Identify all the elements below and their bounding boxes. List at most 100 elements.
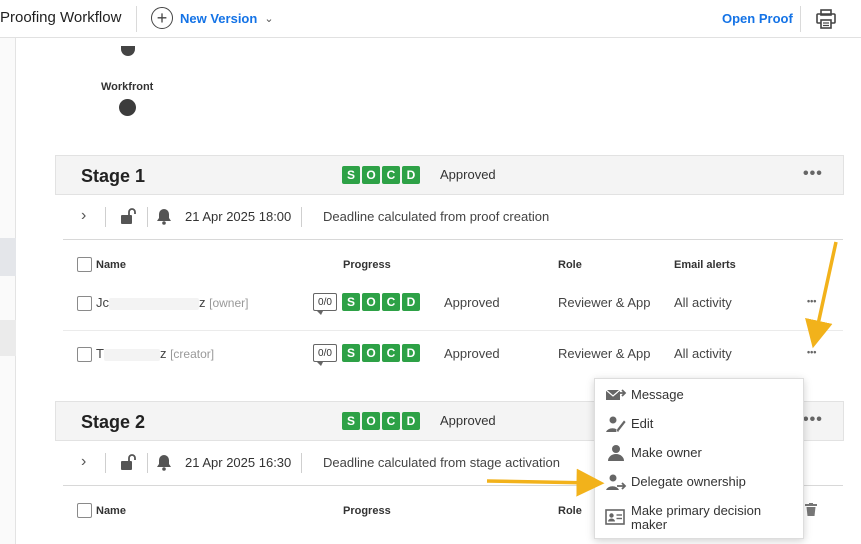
menu-item-label: Delegate ownership	[631, 474, 746, 489]
badge-o: O	[362, 166, 380, 184]
badge-d: D	[402, 166, 420, 184]
new-version-label: New Version	[180, 10, 258, 26]
redacted-text	[103, 348, 160, 361]
stage-title: Stage 2	[81, 412, 146, 432]
bell-icon[interactable]	[156, 207, 172, 225]
plus-circle-icon: +	[151, 7, 173, 29]
column-header-progress: Progress	[343, 259, 391, 271]
decision-status: Approved	[444, 295, 500, 310]
reviewer-name: Jc z [owner]	[96, 295, 248, 310]
badge-o: O	[362, 344, 380, 362]
decision-status: Approved	[444, 346, 500, 361]
workflow-node-label: Workfront	[101, 81, 154, 93]
chevron-right-icon[interactable]: ›	[81, 453, 86, 471]
stage-status: Approved	[440, 413, 496, 428]
open-proof-link[interactable]: Open Proof	[722, 11, 793, 26]
stage-more-icon[interactable]: •••	[803, 411, 823, 429]
unlock-icon[interactable]	[119, 207, 137, 225]
reviewer-tag: [owner]	[209, 296, 249, 310]
deadline-note: Deadline calculated from proof creation	[323, 209, 550, 224]
bell-icon[interactable]	[156, 453, 172, 471]
divider	[301, 453, 302, 473]
socd-badges: S O C D	[342, 293, 420, 311]
menu-item-make-owner[interactable]: Make owner	[595, 441, 803, 467]
stage-more-icon[interactable]: •••	[803, 165, 823, 183]
divider	[63, 330, 843, 331]
menu-item-edit[interactable]: Edit	[595, 412, 803, 438]
column-header-role: Role	[558, 259, 582, 271]
column-header-name[interactable]: Name	[96, 505, 126, 517]
reviewer-role: Reviewer & App	[558, 295, 651, 310]
email-alerts-value: All activity	[674, 346, 732, 361]
menu-item-label: Edit	[631, 416, 654, 431]
rail-item[interactable]	[0, 320, 16, 356]
divider	[147, 453, 148, 473]
column-header-progress: Progress	[343, 505, 391, 517]
badge-c: C	[382, 412, 400, 430]
row-checkbox[interactable]	[77, 296, 92, 311]
row-checkbox[interactable]	[77, 347, 92, 362]
stage-status: Approved	[440, 167, 496, 182]
badge-s: S	[342, 293, 360, 311]
menu-item-label: Make primary decision maker	[631, 503, 762, 532]
email-alerts-value: All activity	[674, 295, 732, 310]
rail-item-selected[interactable]	[0, 238, 16, 276]
divider	[301, 207, 302, 227]
divider	[63, 239, 843, 240]
column-header-role: Role	[558, 505, 582, 517]
badge-s: S	[342, 412, 360, 430]
socd-badges: S O C D	[342, 166, 420, 184]
badge-c: C	[382, 344, 400, 362]
workflow-node-dot	[121, 46, 135, 56]
unlock-icon[interactable]	[119, 453, 137, 471]
row-more-icon[interactable]: •••	[807, 296, 816, 306]
reviewer-context-menu: Message Edit Make owner Delegate ownersh…	[594, 378, 804, 539]
message-icon	[605, 389, 627, 400]
badge-s: S	[342, 166, 360, 184]
stage-1-header[interactable]: Stage 1 S O C D Approved •••	[55, 155, 844, 195]
reviewer-name-end: z	[159, 346, 167, 361]
reviewer-name: Tz [creator]	[96, 346, 214, 361]
badge-d: D	[402, 344, 420, 362]
badge-c: C	[382, 166, 400, 184]
divider	[105, 453, 106, 473]
menu-item-make-primary-decision-maker[interactable]: Make primary decision maker	[595, 499, 803, 535]
delegate-user-icon	[606, 474, 627, 490]
column-header-email-alerts: Email alerts	[674, 259, 736, 271]
badge-o: O	[362, 293, 380, 311]
menu-item-label: Make owner	[631, 445, 702, 460]
workflow-node-dot	[119, 99, 136, 116]
stage-deadline-date: 21 Apr 2025 18:00	[185, 209, 292, 224]
reviewer-tag: [creator]	[170, 347, 215, 361]
page-title: Proofing Workflow	[0, 9, 122, 26]
id-card-icon	[605, 509, 625, 525]
print-icon[interactable]	[815, 8, 837, 30]
comment-count-badge: 0/0	[313, 344, 337, 366]
stage-1-info-row: › 21 Apr 2025 18:00 Deadline calculated …	[63, 196, 843, 240]
annotation-arrow-row-menu	[805, 241, 838, 349]
column-header-name[interactable]: Name	[96, 259, 126, 271]
menu-item-label: Message	[631, 387, 684, 402]
divider	[136, 6, 137, 32]
badge-c: C	[382, 293, 400, 311]
divider	[105, 207, 106, 227]
divider	[800, 6, 801, 32]
trash-icon[interactable]	[805, 503, 817, 516]
chevron-down-icon: ⌄	[264, 12, 274, 25]
badge-d: D	[402, 293, 420, 311]
socd-badges: S O C D	[342, 344, 420, 362]
stage-title: Stage 1	[81, 166, 146, 186]
stage-deadline-date: 21 Apr 2025 16:30	[185, 455, 292, 470]
badge-s: S	[342, 344, 360, 362]
new-version-button[interactable]: + New Version ⌄	[151, 7, 274, 29]
select-all-checkbox[interactable]	[77, 503, 92, 518]
chevron-right-icon[interactable]: ›	[81, 207, 86, 225]
left-rail	[0, 38, 16, 544]
reviewer-name-start: T	[96, 346, 104, 361]
menu-item-message[interactable]: Message	[595, 383, 803, 409]
reviewer-name-end: z	[199, 295, 206, 310]
row-more-icon[interactable]: •••	[807, 347, 816, 357]
divider	[147, 207, 148, 227]
menu-item-delegate-ownership[interactable]: Delegate ownership	[595, 470, 803, 496]
select-all-checkbox[interactable]	[77, 257, 92, 272]
